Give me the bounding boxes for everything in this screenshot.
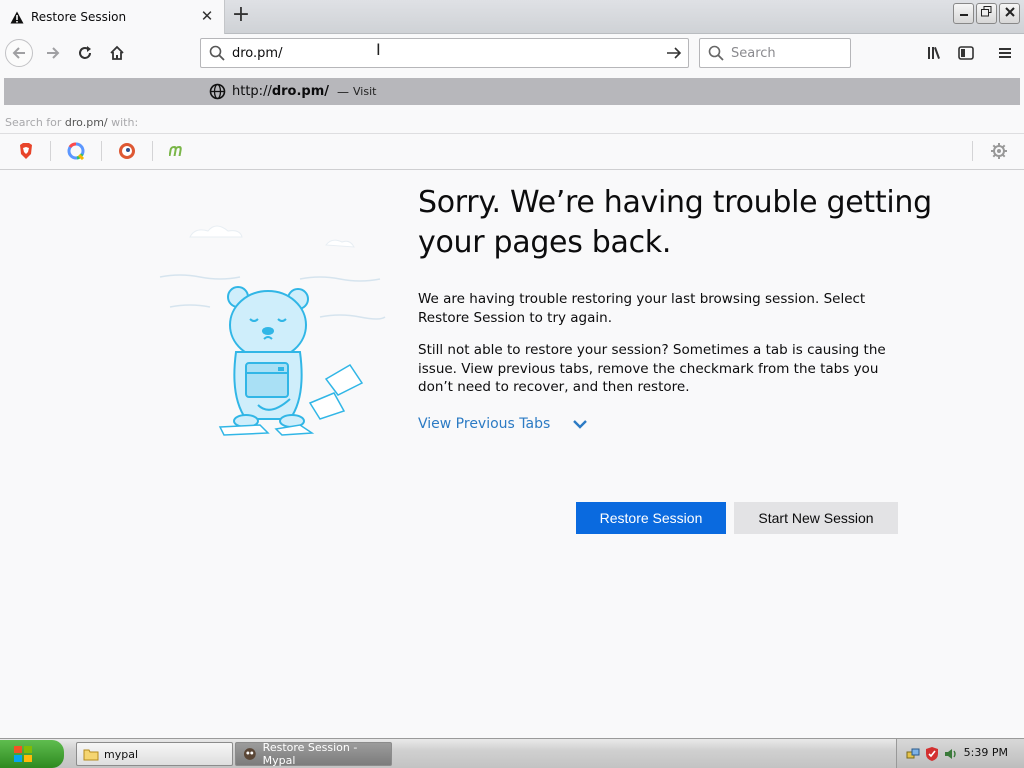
forward-arrow-icon: [47, 47, 60, 59]
volume-icon[interactable]: [943, 746, 959, 762]
search-icon: [708, 45, 724, 61]
page-title: Sorry. We’re having trouble getting your…: [418, 185, 932, 260]
globe-icon: [209, 83, 226, 100]
window-controls: [953, 3, 1020, 24]
security-shield-icon[interactable]: [924, 746, 940, 762]
clock: 5:39 PM: [963, 746, 1008, 759]
warning-icon: [10, 11, 24, 23]
search-placeholder: Search: [731, 45, 776, 61]
folder-icon: [83, 749, 99, 761]
close-tab-icon[interactable]: ✕: [200, 9, 214, 24]
menu-button[interactable]: [993, 41, 1017, 65]
search-for-label: Search for dro.pm/ with:: [5, 116, 138, 129]
forward-button[interactable]: [41, 41, 65, 65]
start-new-session-button[interactable]: Start New Session: [734, 502, 898, 534]
suggestion-dash: —: [337, 84, 350, 99]
engine-separator: [152, 141, 153, 161]
restore-session-page: Sorry. We’re having trouble getting your…: [0, 171, 1024, 738]
task-label: Restore Session - Mypal: [262, 741, 358, 767]
url-bar[interactable]: dro.pm/: [200, 38, 689, 68]
gear-icon[interactable]: [990, 142, 1008, 160]
restore-session-button[interactable]: Restore Session: [576, 502, 726, 534]
start-button[interactable]: [0, 740, 64, 768]
back-button[interactable]: [5, 39, 33, 67]
reload-button[interactable]: [73, 41, 97, 65]
os-taskbar: mypal Restore Session - Mypal 5:39 PM: [0, 738, 1024, 768]
engine-separator: [972, 141, 973, 161]
suggestion-url: http://dro.pm/: [232, 84, 329, 99]
library-icon: [928, 47, 940, 59]
suggestion-host: dro.pm/: [271, 84, 330, 99]
close-window-button[interactable]: [999, 3, 1020, 24]
new-tab-button[interactable]: +: [230, 4, 252, 27]
library-button[interactable]: [923, 41, 947, 65]
minimize-button[interactable]: [953, 3, 974, 24]
description-paragraph: We are having trouble restoring your las…: [418, 291, 866, 326]
navigation-toolbar: dro.pm/ I Search: [0, 34, 1024, 72]
text-cursor-icon: I: [376, 40, 381, 59]
view-previous-tabs-label: View Previous Tabs: [418, 416, 551, 432]
chevron-down-icon: [573, 420, 588, 429]
home-icon: [110, 45, 124, 60]
help-paragraph: Still not able to restore your session? …: [418, 342, 886, 395]
view-previous-tabs-toggle[interactable]: View Previous Tabs: [418, 416, 588, 432]
search-icon: [209, 45, 225, 61]
back-arrow-icon: [12, 47, 25, 59]
restore-window-button[interactable]: [976, 3, 997, 24]
search-for-term: dro.pm/: [64, 116, 108, 129]
taskbar-item-mypal-folder[interactable]: mypal: [76, 742, 233, 766]
search-for-suffix: with:: [111, 116, 139, 129]
qwant-icon[interactable]: [67, 142, 85, 160]
search-engine-bar: [0, 133, 1024, 168]
restore-window-icon: [981, 6, 992, 17]
minimize-icon: [959, 14, 968, 16]
network-icon[interactable]: [905, 746, 921, 762]
sad-bear-illustration: [159, 225, 386, 436]
suggestion-action: Visit: [353, 85, 377, 98]
duckduckgo-icon[interactable]: [118, 142, 136, 160]
tab-restore-session[interactable]: Restore Session ✕: [0, 0, 225, 34]
home-button[interactable]: [105, 41, 129, 65]
search-bar[interactable]: Search: [699, 38, 851, 68]
windows-logo-icon: [14, 746, 32, 762]
tab-strip: Restore Session ✕ +: [0, 0, 1024, 34]
reload-icon: [79, 46, 91, 59]
sidebar-button[interactable]: [954, 41, 978, 65]
hamburger-menu-icon: [999, 48, 1011, 58]
suggestion-visit-row[interactable]: http://dro.pm/ — Visit: [4, 78, 1020, 105]
search-for-prefix: Search for: [5, 116, 62, 129]
suggestion-scheme: http://: [232, 84, 272, 99]
engine-separator: [101, 141, 102, 161]
brave-icon[interactable]: [17, 142, 35, 160]
tab-title: Restore Session: [31, 10, 127, 24]
close-window-icon: [1004, 7, 1015, 17]
engine-separator: [50, 141, 51, 161]
system-tray: 5:39 PM: [896, 739, 1024, 768]
url-dropdown: http://dro.pm/ — Visit Search for dro.pm…: [0, 72, 1024, 170]
taskbar-item-restore-session[interactable]: Restore Session - Mypal: [235, 741, 392, 767]
url-input-value[interactable]: dro.pm/: [232, 46, 282, 61]
mojeek-icon[interactable]: [169, 142, 187, 160]
go-arrow-icon[interactable]: [666, 45, 682, 61]
sidebar-icon: [958, 46, 974, 60]
mypal-icon: [243, 748, 256, 760]
task-label: mypal: [104, 747, 139, 761]
